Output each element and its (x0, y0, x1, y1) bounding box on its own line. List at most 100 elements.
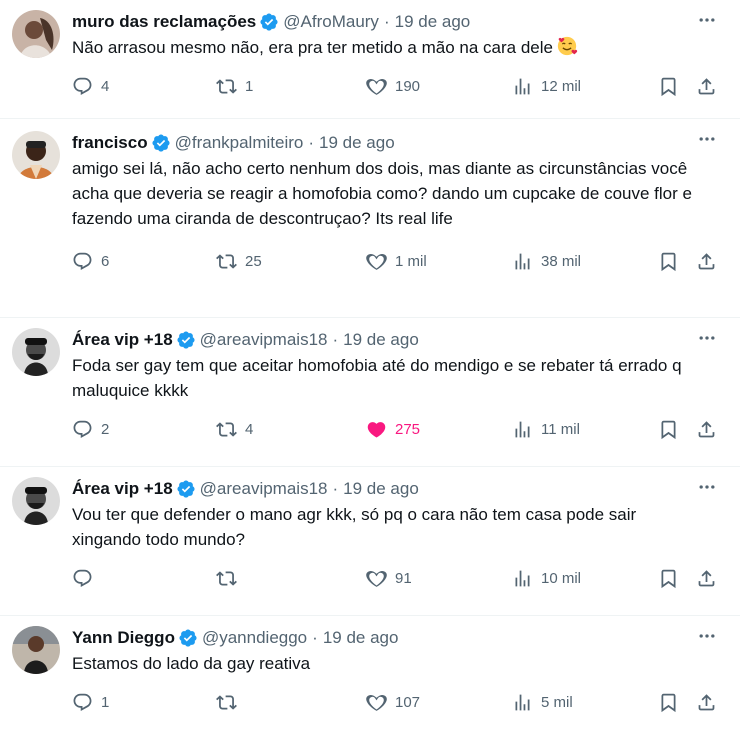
views-button[interactable]: 12 mil (512, 76, 581, 97)
views-button[interactable]: 10 mil (512, 568, 581, 589)
like-button[interactable]: 1 mil (366, 251, 427, 272)
retweet-icon (216, 251, 245, 272)
verified-badge-icon (259, 12, 279, 32)
like-icon (366, 692, 395, 713)
share-button[interactable] (696, 568, 717, 589)
views-button[interactable]: 11 mil (512, 419, 580, 440)
tweet-date[interactable]: 19 de ago (395, 12, 471, 32)
bookmark-button[interactable] (658, 568, 679, 589)
views-count: 38 mil (541, 252, 582, 270)
display-name[interactable]: francisco (72, 133, 148, 153)
retweet-icon (216, 419, 245, 440)
user-handle[interactable]: @areavipmais18 (200, 330, 328, 350)
share-button[interactable] (696, 251, 717, 272)
share-icon (696, 568, 717, 589)
display-name[interactable]: Yann Dieggo (72, 628, 175, 648)
reply-button[interactable] (72, 568, 101, 589)
avatar[interactable] (12, 477, 60, 525)
more-options-button[interactable] (696, 479, 718, 499)
tweet-header: Área vip +18 @areavipmais18 · 19 de ago (72, 328, 724, 352)
like-icon (366, 251, 395, 272)
tweet[interactable]: Yann Dieggo @yanndieggo · 19 de ago Esta… (0, 616, 740, 732)
tweet-actions: 91 10 mil (72, 558, 724, 598)
views-icon (512, 76, 541, 97)
avatar[interactable] (12, 328, 60, 376)
retweet-count: 1 (245, 77, 254, 95)
tweet-feed: muro das reclamações @AfroMaury · 19 de … (0, 0, 740, 732)
tweet[interactable]: Área vip +18 @areavipmais18 · 19 de ago … (0, 467, 740, 616)
like-count: 91 (395, 569, 412, 587)
tweet-text-content: Não arrasou mesmo não, era pra ter metid… (72, 38, 553, 57)
like-button[interactable]: 275 (366, 419, 420, 440)
bookmark-button[interactable] (658, 692, 679, 713)
views-icon (512, 251, 541, 272)
display-name[interactable]: Área vip +18 (72, 330, 173, 350)
share-button[interactable] (696, 419, 717, 440)
separator-dot: · (383, 12, 390, 31)
tweet-date[interactable]: 19 de ago (343, 479, 419, 499)
reply-count: 1 (101, 693, 110, 711)
tweet[interactable]: Área vip +18 @areavipmais18 · 19 de ago … (0, 318, 740, 467)
verified-badge-icon (176, 330, 196, 350)
verified-badge-icon (151, 133, 171, 153)
more-options-button[interactable] (696, 628, 718, 648)
more-icon (697, 10, 717, 35)
bookmark-button[interactable] (658, 76, 679, 97)
views-count: 12 mil (541, 77, 582, 95)
tweet-text: Não arrasou mesmo não, era pra ter metid… (72, 35, 724, 60)
avatar[interactable] (12, 10, 60, 58)
tweet-actions: 4 1 190 12 mil (72, 66, 724, 106)
tweet[interactable]: muro das reclamações @AfroMaury · 19 de … (0, 0, 740, 119)
views-count: 5 mil (541, 693, 573, 711)
verified-badge-icon (176, 479, 196, 499)
views-button[interactable]: 5 mil (512, 692, 573, 713)
reply-button[interactable]: 2 (72, 419, 109, 440)
bookmark-button[interactable] (658, 419, 679, 440)
views-icon (512, 419, 541, 440)
tweet[interactable]: francisco @frankpalmiteiro · 19 de ago a… (0, 119, 740, 318)
tweet-date[interactable]: 19 de ago (323, 628, 399, 648)
like-icon (366, 568, 395, 589)
share-button[interactable] (696, 692, 717, 713)
retweet-button[interactable]: 1 (216, 76, 253, 97)
more-options-button[interactable] (696, 12, 718, 32)
tweet-date[interactable]: 19 de ago (319, 133, 395, 153)
tweet-text: Foda ser gay tem que aceitar homofobia a… (72, 356, 682, 400)
display-name[interactable]: Área vip +18 (72, 479, 173, 499)
views-button[interactable]: 38 mil (512, 251, 581, 272)
tweet-text: amigo sei lá, não acho certo nenhum dos … (72, 159, 692, 228)
reply-count: 4 (101, 77, 110, 95)
user-handle[interactable]: @areavipmais18 (200, 479, 328, 499)
reply-button[interactable]: 4 (72, 76, 109, 97)
user-handle[interactable]: @yanndieggo (202, 628, 307, 648)
retweet-button[interactable] (216, 692, 245, 713)
share-button[interactable] (696, 76, 717, 97)
retweet-button[interactable]: 4 (216, 419, 253, 440)
separator-dot: · (308, 133, 315, 152)
retweet-button[interactable]: 25 (216, 251, 262, 272)
user-handle[interactable]: @frankpalmiteiro (175, 133, 304, 153)
tweet-header: muro das reclamações @AfroMaury · 19 de … (72, 10, 724, 34)
reply-icon (72, 568, 101, 589)
tweet-date[interactable]: 19 de ago (343, 330, 419, 350)
tweet-text: Estamos do lado da gay reativa (72, 654, 311, 673)
like-filled-icon (366, 419, 395, 440)
reply-button[interactable]: 6 (72, 251, 109, 272)
user-handle[interactable]: @AfroMaury (283, 12, 379, 32)
like-button[interactable]: 91 (366, 568, 412, 589)
views-count: 10 mil (541, 569, 582, 587)
more-icon (697, 626, 717, 651)
like-button[interactable]: 190 (366, 76, 420, 97)
share-icon (696, 76, 717, 97)
like-button[interactable]: 107 (366, 692, 420, 713)
avatar[interactable] (12, 626, 60, 674)
share-icon (696, 419, 717, 440)
more-options-button[interactable] (696, 330, 718, 350)
more-options-button[interactable] (696, 131, 718, 151)
retweet-count: 25 (245, 252, 262, 270)
bookmark-button[interactable] (658, 251, 679, 272)
avatar[interactable] (12, 131, 60, 179)
retweet-button[interactable] (216, 568, 245, 589)
display-name[interactable]: muro das reclamações (72, 12, 256, 32)
reply-button[interactable]: 1 (72, 692, 109, 713)
